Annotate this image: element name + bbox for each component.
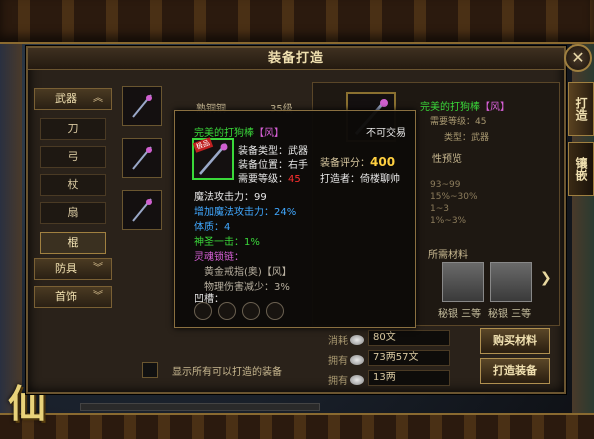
tooltip-stat: 神圣一击：1% <box>194 237 260 248</box>
show-all-checkbox[interactable] <box>142 362 158 378</box>
preview-line: 1~3 <box>430 204 449 214</box>
material-label: 秘银 三等 <box>488 309 532 320</box>
owned-label: 拥有 <box>328 376 348 387</box>
detail-item-attr: 【风】 <box>480 102 510 113</box>
subcategory-cudgel[interactable]: 棍 <box>40 232 106 254</box>
detail-req: 需要等级：45 <box>430 117 487 127</box>
subcategory-staff[interactable]: 杖 <box>40 174 106 196</box>
coin-icon <box>350 335 364 345</box>
coin-icon <box>350 375 364 385</box>
owned-label: 拥有 <box>328 356 348 367</box>
tooltip-req: 需要等级：45 <box>238 170 301 185</box>
material-slot[interactable] <box>442 262 484 302</box>
cost-label: 消耗 <box>328 336 348 347</box>
item-slot <box>122 190 162 230</box>
tab-inlay-label: 镶嵌 <box>574 157 588 181</box>
category-armor[interactable]: 防具 ︾ <box>34 258 112 280</box>
tab-forge[interactable]: 打造 <box>568 82 594 136</box>
tooltip-stat: 体质：4 <box>194 222 231 233</box>
tab-inlay[interactable]: 镶嵌 <box>568 142 594 196</box>
detail-type: 类型：武器 <box>444 133 490 143</box>
tooltip-maker: 打造者：倚楼聊帅 <box>320 174 400 185</box>
tooltip-stat: 灵魂锁链： <box>194 252 244 263</box>
left-hud-edge <box>0 44 22 414</box>
socket-icon <box>266 302 284 320</box>
preview-line: 1%~3% <box>430 216 467 226</box>
tooltip-score: 装备评分：400 <box>320 154 395 169</box>
tooltip-score-value: 400 <box>370 155 396 169</box>
next-arrow-icon[interactable]: ❯ <box>540 270 552 286</box>
materials-header: 所需材料 <box>428 250 468 261</box>
subcategory-fan[interactable]: 扇 <box>40 202 106 224</box>
preview-line: 93~99 <box>430 180 461 190</box>
bottom-ornate-frame <box>0 413 594 439</box>
category-column: 武器 ︽ 刀 弓 杖 扇 棍 防具 ︾ 首饰 ︾ <box>34 82 114 312</box>
staff-icon <box>132 94 152 118</box>
socket-icon <box>242 302 260 320</box>
coin-icon <box>350 355 364 365</box>
item-slot <box>122 86 162 126</box>
category-armor-label: 防具 <box>55 262 77 275</box>
preview-header: 性预览 <box>432 154 462 165</box>
item-slot <box>122 138 162 178</box>
subcategory-bow[interactable]: 弓 <box>40 146 106 168</box>
tooltip-stat: 黄金戒指(奥)【风】 <box>204 267 292 278</box>
top-ornate-frame <box>0 0 594 44</box>
tooltip-type: 装备类型：武器 <box>238 146 308 157</box>
category-weapon[interactable]: 武器 ︽ <box>34 88 112 110</box>
chevron-down-icon: ︾ <box>93 263 103 274</box>
preview-line: 15%~30% <box>430 192 478 202</box>
forge-equipment-button[interactable]: 打造装备 <box>480 358 550 384</box>
tooltip-req-label: 需要等级： <box>238 174 288 185</box>
category-jewelry-label: 首饰 <box>55 290 77 303</box>
tooltip-score-label: 装备评分： <box>320 158 370 169</box>
detail-item-name-text: 完美的打狗棒 <box>420 102 480 113</box>
subcategory-blade[interactable]: 刀 <box>40 118 106 140</box>
staff-icon <box>132 198 152 222</box>
tooltip-req-value: 45 <box>288 174 301 185</box>
cost-value: 80文 <box>368 330 450 346</box>
owned-value: 73两57文 <box>368 350 450 366</box>
staff-icon <box>132 146 152 170</box>
tooltip-item-attr: 【风】 <box>254 128 284 139</box>
chevron-up-icon: ︽ <box>93 93 103 104</box>
socket-icon <box>218 302 236 320</box>
show-all-label: 显示所有可以打造的装备 <box>172 367 282 378</box>
close-button[interactable]: ✕ <box>564 44 592 72</box>
tooltip-stat: 增加魔法攻击力：24% <box>194 207 297 218</box>
tooltip-stat: 魔法攻击力：99 <box>194 192 267 203</box>
window-title-bar: 装备打造 <box>28 48 564 70</box>
experience-bar <box>80 403 320 411</box>
tab-forge-label: 打造 <box>574 97 588 121</box>
category-jewelry[interactable]: 首饰 ︾ <box>34 286 112 308</box>
socket-icon <box>194 302 212 320</box>
window-title: 装备打造 <box>267 51 324 66</box>
chevron-down-icon: ︾ <box>93 291 103 302</box>
material-label: 秘银 三等 <box>438 309 482 320</box>
detail-item-name: 完美的打狗棒【风】 <box>420 98 510 113</box>
category-weapon-label: 武器 <box>55 92 77 105</box>
material-slot[interactable] <box>490 262 532 302</box>
buy-materials-button[interactable]: 购买材料 <box>480 328 550 354</box>
tooltip-trade-status: 不可交易 <box>366 128 406 139</box>
owned-value: 13两 <box>368 370 450 386</box>
tooltip-position: 装备位置：右手 <box>238 160 308 171</box>
